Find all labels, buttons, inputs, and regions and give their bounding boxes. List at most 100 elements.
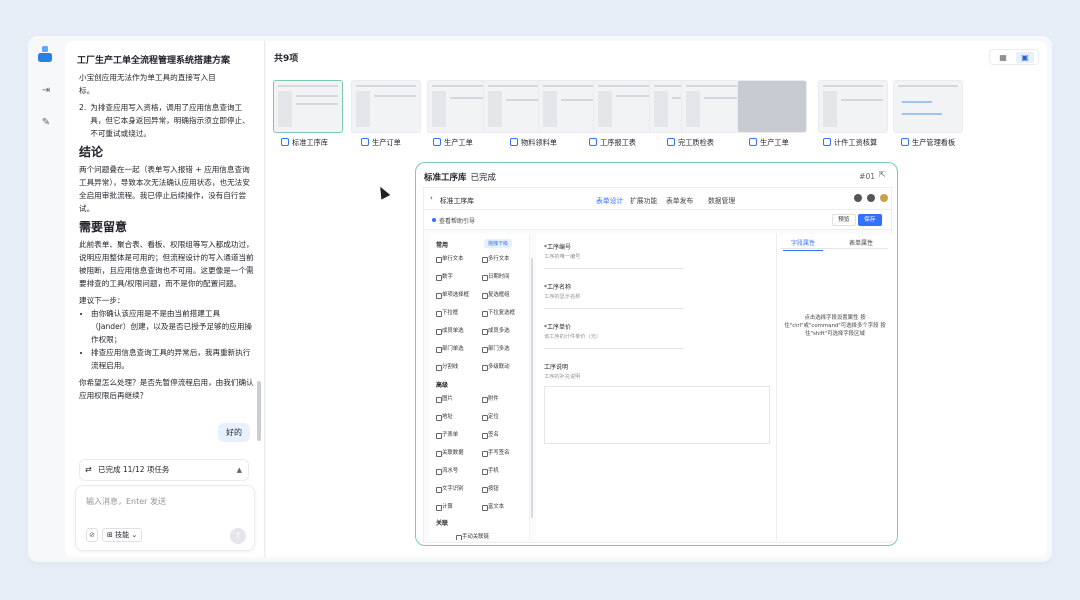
widget-item[interactable]: 子表单: [434, 428, 474, 442]
thumbnail-label[interactable]: 生产管理看板: [901, 138, 955, 148]
tab-publish[interactable]: 表单发布: [666, 195, 693, 205]
skill-selector[interactable]: ⊞ 技能 ⌄: [102, 528, 143, 542]
chat-title: 工厂生产工单全流程管理系统搭建方案: [77, 56, 231, 66]
widget-item[interactable]: 富文本: [480, 500, 520, 514]
thumbnail-label[interactable]: 生产工单: [749, 138, 789, 148]
list-item: 由你确认该应用是不是由当前搭建工具（Jander）创建，以及是否已授予足够的应用…: [91, 307, 255, 346]
message-input[interactable]: 输入消息，Enter 发送: [86, 496, 166, 507]
thumbnail-label[interactable]: 生产工单: [433, 138, 473, 148]
thumbnail-label[interactable]: 标准工序库: [281, 138, 328, 148]
thumbnail[interactable]: [351, 80, 421, 133]
widget-item[interactable]: 部门单选: [434, 342, 474, 356]
thumbnail-title: 计件工资核算: [834, 138, 878, 147]
grid-view-icon[interactable]: ▦: [994, 52, 1012, 63]
thumbnail[interactable]: [737, 80, 807, 133]
view-toggle[interactable]: ▦ ▣: [989, 49, 1039, 65]
widget-item[interactable]: 单项选择框: [434, 288, 474, 302]
thumbnail-title: 生产工单: [444, 138, 473, 147]
help-guide-link[interactable]: 查看帮助引导: [432, 216, 475, 225]
send-button[interactable]: ↑: [230, 528, 246, 544]
theme-icon[interactable]: [854, 194, 862, 202]
preview-name: 标准工序库: [424, 173, 467, 183]
widget-item[interactable]: 多行文本: [480, 252, 520, 266]
preview-button[interactable]: 预览: [832, 214, 856, 226]
designer-form-name: 标准工序库: [440, 197, 474, 205]
widget-item[interactable]: 手机: [480, 464, 520, 478]
thumbnail-label[interactable]: 计件工资核算: [823, 138, 877, 148]
widget-item[interactable]: 分割线: [434, 360, 474, 374]
tab-field-props[interactable]: 字段属性: [782, 238, 824, 251]
help-icon[interactable]: [867, 194, 875, 202]
back-icon[interactable]: ‹: [430, 194, 433, 202]
chat-scrollbar[interactable]: [257, 381, 261, 441]
widget-item[interactable]: 定位: [480, 410, 520, 424]
widget-item[interactable]: 按钮: [480, 482, 520, 496]
widget-item[interactable]: 地址: [434, 410, 474, 424]
widget-item[interactable]: 计算: [434, 500, 474, 514]
preview-view-icon[interactable]: ▣: [1016, 52, 1034, 63]
widget-item[interactable]: 日期时间: [480, 270, 520, 284]
thumbnail-title: 生产订单: [372, 138, 401, 147]
widget-item[interactable]: 关联数据: [434, 446, 474, 460]
thumbnail-label[interactable]: 工序报工表: [589, 138, 636, 148]
field-hint: 工序的唯一编号: [544, 254, 581, 260]
thumbnail[interactable]: [273, 80, 343, 133]
widget-item[interactable]: 流水号: [434, 464, 474, 478]
chat-intro-line: 标。: [79, 86, 95, 95]
thumbnail-strip: 标准工序库 生产订单 生产工单 物料领料单 工序报工表 完工质检表 生产工单 计…: [273, 80, 1043, 150]
widget-item[interactable]: 下拉框: [434, 306, 474, 320]
skill-label: 技能: [115, 531, 130, 539]
preview-number: #01: [859, 172, 875, 181]
task-progress-bar[interactable]: ⇄ 已完成 11/12 项任务 ▲: [79, 459, 249, 481]
new-chat-icon[interactable]: ✎: [39, 116, 53, 130]
widget-item[interactable]: 文字识别: [434, 482, 474, 496]
thumbnail[interactable]: [893, 80, 963, 133]
chevron-up-icon[interactable]: ▲: [237, 460, 242, 480]
thumbnail-label[interactable]: 完工质检表: [667, 138, 714, 148]
widget-item[interactable]: 下拉复选框: [480, 306, 520, 320]
widget-item[interactable]: 成员多选: [480, 324, 520, 338]
thumbnail-title: 工序报工表: [600, 138, 636, 147]
designer-subbar: 查看帮助引导 预览 保存 ⋖: [424, 210, 891, 230]
form-field[interactable]: *工序名称 工序的显示名称: [544, 282, 684, 309]
widget-item[interactable]: 单行文本: [434, 252, 474, 266]
widget-item[interactable]: 签名: [480, 428, 520, 442]
tab-form-design[interactable]: 表单设计: [596, 195, 624, 212]
share-icon[interactable]: ⋖: [878, 215, 883, 222]
widget-item[interactable]: 复选框组: [480, 288, 520, 302]
heading-conclusion: 结论: [79, 145, 104, 159]
group-relation: 关联: [436, 520, 449, 527]
list-text: 为排查应用写入资格，调用了应用信息查询工具，但它本身返回异常，明确指示须立即停止…: [90, 103, 250, 138]
widget-relation[interactable]: 手动关联链: [454, 530, 524, 540]
thumbnail-label[interactable]: 物料领料单: [510, 138, 557, 148]
message-composer[interactable]: 输入消息，Enter 发送 ⊘ ⊞ 技能 ⌄ ↑: [75, 485, 255, 551]
field-hint: 工序的显示名称: [544, 294, 581, 300]
form-field[interactable]: *工序单价 该工序的计件单价（元）: [544, 322, 684, 349]
user-message-bubble: 好的: [218, 423, 250, 442]
widget-item[interactable]: 部门多选: [480, 342, 520, 356]
widget-item[interactable]: 附件: [480, 392, 520, 406]
form-designer-screenshot: ‹ 标准工序库 表单设计 扩展功能 表单发布 数据管理 查看帮助引导 预览 保存…: [423, 187, 892, 543]
thumbnail[interactable]: [818, 80, 888, 133]
widget-item[interactable]: 图片: [434, 392, 474, 406]
widget-item[interactable]: 成员单选: [434, 324, 474, 338]
widget-item[interactable]: 手写签名: [480, 446, 520, 460]
tab-extensions[interactable]: 扩展功能: [630, 195, 657, 205]
field-hint: 工序的补充说明: [544, 374, 581, 380]
field-label: *工序名称: [544, 284, 572, 291]
heading-attention: 需要留意: [79, 220, 128, 234]
avatar[interactable]: [880, 194, 888, 202]
widget-item[interactable]: 数字: [434, 270, 474, 284]
form-field[interactable]: *工序编号 工序的唯一编号: [544, 242, 684, 269]
tab-form-props[interactable]: 表单属性: [849, 238, 873, 247]
chat-intro: 小宝创应用无法作为单工具的直接写入目 标。: [79, 71, 255, 97]
widget-item[interactable]: 多级联动: [480, 360, 520, 374]
collapse-sidebar-icon[interactable]: ⇥: [39, 84, 53, 98]
form-field[interactable]: 工序说明 工序的补充说明: [544, 362, 770, 444]
thumbnail-label[interactable]: 生产订单: [361, 138, 401, 148]
open-external-icon[interactable]: ⇱: [879, 170, 889, 180]
tab-data[interactable]: 数据管理: [708, 195, 735, 205]
preview-status: 已完成: [470, 173, 497, 183]
palette-scrollbar[interactable]: [531, 258, 533, 518]
attach-icon[interactable]: ⊘: [86, 528, 98, 542]
